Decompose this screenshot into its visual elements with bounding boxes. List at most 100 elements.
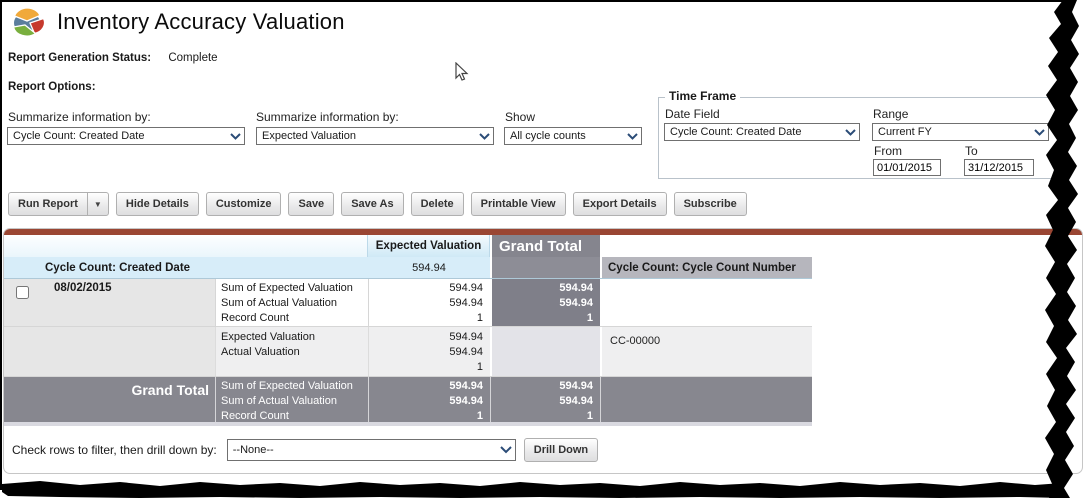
grand-total-values-cell: 594.94 594.94 1	[490, 279, 600, 326]
report-table-container: Expected Valuation Grand Total Cycle Cou…	[3, 228, 1083, 474]
drilldown-bar: Check rows to filter, then drill down by…	[12, 438, 598, 462]
metric-value: 594.94	[369, 296, 490, 311]
date-field-label: Date Field	[665, 107, 720, 121]
metric-value: 1	[369, 360, 490, 375]
page-header: Inventory Accuracy Valuation	[10, 6, 345, 38]
range-label: Range	[873, 107, 908, 121]
from-date-input[interactable]	[873, 159, 941, 176]
subscribe-button[interactable]: Subscribe	[674, 192, 747, 216]
drilldown-select[interactable]: --None--	[227, 439, 516, 461]
header-spacer	[600, 235, 812, 257]
row-checkbox[interactable]	[16, 286, 29, 299]
run-report-menu-arrow-icon[interactable]: ▼	[87, 193, 108, 215]
col-header-cycle-count-number[interactable]: Cycle Count: Cycle Count Number	[600, 257, 812, 278]
drilldown-label: Check rows to filter, then drill down by…	[12, 443, 217, 457]
delete-button[interactable]: Delete	[411, 192, 464, 216]
cycle-count-link[interactable]: CC-00000	[610, 335, 660, 347]
drill-down-button[interactable]: Drill Down	[524, 438, 598, 462]
metric-label: Expected Valuation	[221, 330, 368, 345]
page-title: Inventory Accuracy Valuation	[57, 9, 345, 35]
grand-total-value: 1	[491, 409, 600, 422]
header-spacer	[490, 257, 600, 278]
table-row-grand-total: Grand Total Sum of Expected Valuation Su…	[4, 377, 812, 422]
mouse-cursor-icon	[455, 62, 471, 82]
chevron-down-icon	[845, 129, 856, 136]
summarize2-value: Expected Valuation	[262, 130, 356, 142]
header-spacer	[215, 257, 368, 278]
grand-total-value: 594.94	[491, 379, 600, 394]
show-label: Show	[505, 110, 535, 124]
save-button[interactable]: Save	[288, 192, 334, 216]
metric-label: Sum of Actual Valuation	[221, 296, 368, 311]
time-frame-legend: Time Frame	[665, 89, 740, 103]
range-select[interactable]: Current FY	[872, 123, 1049, 141]
toolbar: Run Report ▼ Hide Details Customize Save…	[8, 192, 747, 216]
metric-label: Sum of Actual Valuation	[221, 394, 368, 409]
chevron-down-icon	[1034, 129, 1045, 136]
report-options-label: Report Options:	[8, 81, 96, 93]
status-label: Report Generation Status:	[8, 52, 151, 64]
report-status: Report Generation Status: Complete	[8, 52, 218, 64]
save-as-button[interactable]: Save As	[341, 192, 403, 216]
table-header-row-1: Expected Valuation Grand Total	[4, 235, 812, 257]
drilldown-value: --None--	[233, 444, 274, 456]
col-header-created-date[interactable]: Cycle Count: Created Date	[40, 257, 215, 278]
date-field-value: Cycle Count: Created Date	[670, 126, 801, 138]
metric-value: 1	[369, 311, 490, 326]
chevron-down-icon	[230, 133, 241, 140]
to-date-input[interactable]	[964, 159, 1034, 176]
report-pie-icon	[10, 6, 46, 38]
metric-values-cell: 594.94 594.94 1	[368, 327, 490, 376]
metric-value: 594.94	[369, 330, 490, 345]
table-row-group-summary: 08/02/2015 Sum of Expected Valuation Sum…	[4, 279, 812, 327]
metric-value: 594.94	[369, 345, 490, 360]
run-report-button[interactable]: Run Report ▼	[8, 192, 109, 216]
show-value: All cycle counts	[510, 130, 586, 142]
run-report-label: Run Report	[9, 198, 87, 210]
metric-labels-cell: Sum of Expected Valuation Sum of Actual …	[215, 279, 368, 326]
table-bottom-strip	[4, 422, 812, 426]
metric-value: 594.94	[369, 394, 490, 409]
metric-labels-cell: Sum of Expected Valuation Sum of Actual …	[215, 377, 368, 422]
hide-details-button[interactable]: Hide Details	[116, 192, 199, 216]
screenshot-root: { "header": { "title": "Inventory Accura…	[0, 0, 1089, 501]
show-select[interactable]: All cycle counts	[504, 127, 642, 145]
from-label: From	[874, 144, 902, 158]
date-field-select[interactable]: Cycle Count: Created Date	[664, 123, 860, 141]
col-header-grand-total: Grand Total	[490, 235, 600, 257]
summarize1-value: Cycle Count: Created Date	[13, 130, 144, 142]
table-header-row-2: Cycle Count: Created Date 594.94 Cycle C…	[4, 257, 812, 279]
customize-button[interactable]: Customize	[206, 192, 282, 216]
export-details-button[interactable]: Export Details	[573, 192, 667, 216]
group-date-cell: 08/02/2015	[40, 279, 215, 326]
grand-total-value: 1	[492, 311, 600, 326]
table-row-detail: Expected Valuation Actual Valuation 594.…	[4, 327, 812, 377]
printable-view-button[interactable]: Printable View	[471, 192, 566, 216]
chevron-down-icon	[627, 133, 638, 140]
col-header-expected-valuation: Expected Valuation	[368, 235, 490, 257]
empty-cell	[490, 327, 600, 376]
metric-label: Actual Valuation	[221, 345, 368, 360]
empty-cell	[40, 327, 215, 376]
metric-value: 1	[369, 409, 490, 422]
summarize2-select[interactable]: Expected Valuation	[256, 127, 494, 145]
metric-values-cell: 594.94 594.94 1	[368, 377, 490, 422]
metric-labels-cell: Expected Valuation Actual Valuation	[215, 327, 368, 376]
empty-cell	[600, 377, 812, 422]
grand-total-value: 594.94	[491, 394, 600, 409]
summarize1-select[interactable]: Cycle Count: Created Date	[7, 127, 245, 145]
summarize2-label: Summarize information by:	[256, 110, 399, 124]
header-spacer	[4, 235, 368, 257]
grand-total-value: 594.94	[492, 296, 600, 311]
checkbox-col-header	[4, 257, 40, 278]
metric-label: Sum of Expected Valuation	[221, 281, 368, 296]
time-frame-fieldset: Time Frame Date Field Cycle Count: Creat…	[658, 97, 1058, 179]
col-subheader-expected-value: 594.94	[368, 257, 490, 278]
chevron-down-icon	[500, 446, 512, 454]
metric-label: Record Count	[221, 409, 368, 422]
cycle-count-link-cell: CC-00000	[600, 327, 812, 376]
grand-total-value: 594.94	[492, 281, 600, 296]
metric-value: 594.94	[369, 379, 490, 394]
metric-label: Record Count	[221, 311, 368, 326]
grand-total-values-cell: 594.94 594.94 1	[490, 377, 600, 422]
